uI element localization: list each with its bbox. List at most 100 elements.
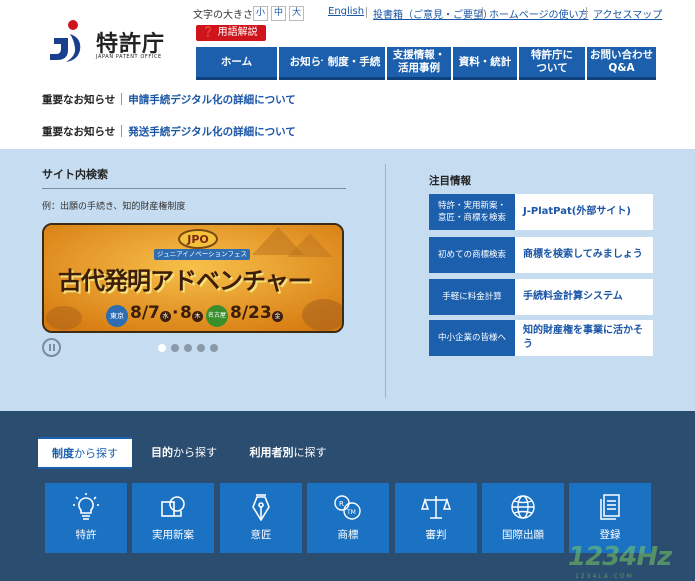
- attention-item-jplatpat[interactable]: 特許・実用新案・ 意匠・商標を検索 J-PlatPat(外部サイト): [429, 194, 653, 230]
- font-size-medium-button[interactable]: 中: [271, 6, 286, 21]
- nav-systems-procedures[interactable]: 制度・手続: [323, 47, 385, 80]
- attention-title: 注目情報: [429, 175, 471, 187]
- utility-model-icon: [132, 493, 214, 521]
- nav-label: ついて: [536, 62, 568, 74]
- font-size-label: 文字の大きさ: [193, 10, 253, 21]
- category-label: 審判: [425, 529, 447, 541]
- tab-rest: に探す: [293, 446, 327, 459]
- help-icon: ❓: [202, 27, 215, 38]
- attention-item-trademark-search[interactable]: 初めての商標検索 商標を検索してみましょう: [429, 237, 653, 273]
- place-tokyo: 東京: [106, 305, 128, 327]
- attention-tag-line: 特許・実用新案・: [437, 201, 506, 211]
- category-appeal[interactable]: 審判: [395, 483, 477, 553]
- important-notices: 重要なお知らせ 申請手続デジタル化の詳細について 重要なお知らせ 発送手続デジタ…: [0, 82, 695, 148]
- day-3: 金: [272, 311, 283, 322]
- divider: [366, 7, 367, 18]
- pen-nib-icon: [220, 493, 302, 521]
- attention-link[interactable]: 商標を検索してみましょう: [515, 237, 653, 273]
- scales-icon: [395, 493, 477, 521]
- attention-link[interactable]: 知的財産権を事業に活かそう: [515, 320, 653, 356]
- document-icon: [569, 493, 651, 521]
- glossary-label: 用語解説: [217, 27, 258, 38]
- category-patent[interactable]: 特許: [45, 483, 127, 553]
- date-2: 8: [180, 303, 192, 323]
- attention-tag-line: 意匠・商標を検索: [437, 213, 506, 223]
- tab-rest: から探す: [173, 446, 217, 459]
- category-label: 実用新案: [152, 529, 194, 541]
- carousel-dots: [158, 344, 218, 352]
- tab-by-user[interactable]: 利用者別 に探す: [240, 437, 336, 467]
- day-2: 木: [192, 311, 203, 322]
- carousel-dot[interactable]: [210, 344, 218, 352]
- tab-by-purpose[interactable]: 目的 から探す: [142, 437, 226, 467]
- attention-link[interactable]: 手続料金計算システム: [515, 279, 653, 315]
- jpo-logo-icon: [50, 20, 81, 62]
- divider: [121, 93, 123, 105]
- tab-strong: 制度: [52, 447, 74, 460]
- notice-row: 重要なお知らせ 発送手続デジタル化の詳細について: [42, 120, 296, 142]
- attention-tag: 中小企業の皆様へ: [429, 320, 515, 356]
- banner-title: 古代発明アドベンチャー: [58, 267, 312, 295]
- date-2-sep: ·: [172, 303, 179, 323]
- search-example: 例：出願の手続き、知的財産権制度: [42, 202, 186, 212]
- divider: [121, 125, 123, 137]
- tab-strong: 目的: [151, 446, 173, 459]
- notice-label: 重要なお知らせ: [42, 93, 116, 106]
- tab-rest: から探す: [74, 447, 118, 460]
- globe-icon: [482, 493, 564, 521]
- category-design[interactable]: 意匠: [220, 483, 302, 553]
- category-label: 商標: [337, 529, 359, 541]
- nav-about-jpo[interactable]: 特許庁に ついて: [519, 47, 585, 80]
- nav-contact-qa[interactable]: お問い合わせ Q&A: [587, 47, 656, 80]
- tab-by-system[interactable]: 制度 から探す: [38, 437, 132, 467]
- notice-link[interactable]: 発送手続デジタル化の詳細について: [128, 124, 295, 139]
- nav-support-info[interactable]: 支援情報・ 活用事例: [387, 47, 451, 80]
- svg-text:R: R: [339, 500, 344, 508]
- pause-button[interactable]: [42, 338, 61, 357]
- font-size-small-button[interactable]: 小: [253, 6, 268, 21]
- attention-item-fee-calc[interactable]: 手軽に料金計算 手続料金計算システム: [429, 279, 653, 315]
- nav-label: ホーム: [220, 55, 253, 68]
- page: 特許庁 JAPAN PATENT OFFICE 文字の大きさ 小 中 大 Eng…: [0, 0, 695, 581]
- carousel-dot[interactable]: [197, 344, 205, 352]
- category-trademark[interactable]: R TM 商標: [307, 483, 389, 553]
- nav-label: 特許庁に: [531, 49, 573, 61]
- event-banner[interactable]: JPO ジュニアイノベーションフェス 古代発明アドベンチャー 東京 8/7 水 …: [42, 223, 344, 333]
- attention-tag: 特許・実用新案・ 意匠・商標を検索: [429, 194, 515, 230]
- feedback-link[interactable]: 投書箱（ご意見・ご要望）: [373, 6, 493, 21]
- font-size-large-button[interactable]: 大: [289, 6, 304, 21]
- english-link[interactable]: English: [328, 6, 364, 17]
- jpo-logo[interactable]: 特許庁 JAPAN PATENT OFFICE: [42, 16, 182, 68]
- date-1: 8/7: [130, 303, 160, 323]
- site-usage-link[interactable]: ホームページの使い方: [489, 6, 589, 21]
- place-nagoya: 名古屋: [206, 305, 228, 327]
- nav-home[interactable]: ホーム: [196, 47, 277, 80]
- nav-materials-statistics[interactable]: 資料・統計: [453, 47, 517, 80]
- divider: [385, 164, 386, 398]
- category-label: 意匠: [250, 529, 272, 541]
- jpo-badge: JPO: [178, 229, 218, 249]
- carousel-dot[interactable]: [171, 344, 179, 352]
- attention-tag: 初めての商標検索: [429, 237, 515, 273]
- notice-link[interactable]: 申請手続デジタル化の詳細について: [128, 92, 295, 107]
- nav-label: 制度・手続: [327, 55, 381, 68]
- category-utility-model[interactable]: 実用新案: [132, 483, 214, 553]
- attention-link[interactable]: J-PlatPat(外部サイト): [515, 194, 653, 230]
- notice-label: 重要なお知らせ: [42, 125, 116, 138]
- access-map-link[interactable]: アクセスマップ: [593, 6, 662, 21]
- attention-link-line: 知的財産権を事業に活かそ: [523, 325, 643, 336]
- nav-label: 資料・統計: [458, 55, 512, 68]
- date-3: 8/23: [230, 303, 272, 323]
- watermark-subtext: 1234LA.COM: [575, 573, 634, 580]
- carousel-dot[interactable]: [158, 344, 166, 352]
- category-international[interactable]: 国際出願: [482, 483, 564, 553]
- nav-label: 支援情報・: [392, 49, 446, 61]
- nav-label: Q&A: [608, 62, 635, 74]
- tab-indicator: [38, 467, 132, 469]
- glossary-button[interactable]: ❓ 用語解説: [196, 25, 266, 41]
- search-input[interactable]: [42, 188, 346, 189]
- attention-item-sme[interactable]: 中小企業の皆様へ 知的財産権を事業に活かそう: [429, 320, 653, 356]
- carousel-dot[interactable]: [184, 344, 192, 352]
- trademark-icon: R TM: [307, 493, 389, 521]
- attention-tag: 手軽に料金計算: [429, 279, 515, 315]
